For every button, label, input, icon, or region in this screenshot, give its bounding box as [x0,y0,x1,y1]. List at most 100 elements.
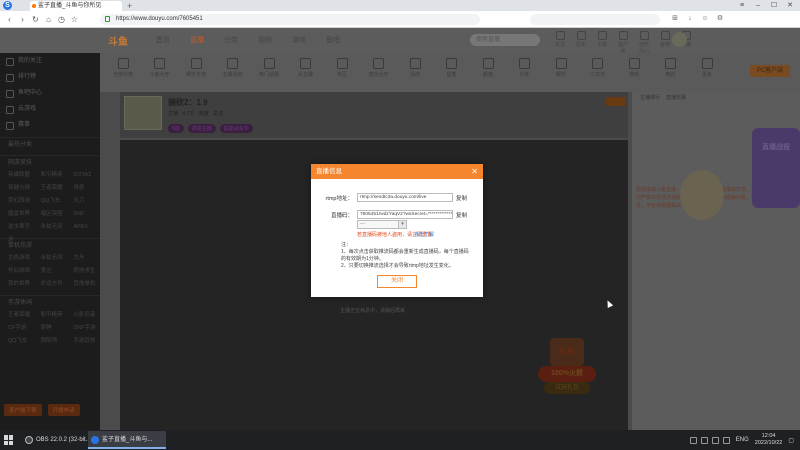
sidebar-category-link[interactable]: DOTA2 [73,169,100,182]
header-icon-item[interactable]: 客户端 [616,31,630,55]
category-item[interactable]: 星秀 [437,58,467,78]
header-icon-item[interactable]: 创作中心 [637,31,651,55]
sidebar-section-title[interactable]: 网游竞技 [0,155,100,169]
sidebar-category-link[interactable]: 方舟 [73,252,100,265]
url-input[interactable]: https://www.douyu.com/7605451 [100,14,480,25]
sidebar-category-link[interactable]: 其他单机 [73,278,100,291]
category-item[interactable]: 电台 [656,58,686,78]
category-item[interactable]: 颜值 [473,58,503,78]
sidebar-category-link[interactable]: 穿越火线 [8,182,35,195]
follow-button[interactable] [606,97,626,106]
sidebar-category-link[interactable]: 原神 [41,322,68,335]
sidebar-category-link[interactable]: 王者荣耀 [8,309,35,322]
sidebar-item[interactable]: 赛事 [0,117,100,133]
sidebar-category-link[interactable]: 逆水寒手游 [8,221,35,243]
user-icon[interactable]: ☺ [700,14,710,24]
category-item[interactable]: 专区 [327,58,357,78]
extension-icon[interactable]: ⊞ [670,14,680,24]
avatar[interactable] [672,32,687,47]
streamer-avatar[interactable] [124,96,162,130]
site-nav-item[interactable]: 分类 [218,35,244,45]
rtmp-field[interactable]: rtmp://sendtc3a.douyu.com/live [357,193,453,202]
clock[interactable]: 12:04 2022/10/22 [755,433,783,447]
code-field[interactable]: 7605451rwdzYaqV2?wsSecret=**************… [357,210,453,219]
battery-icon[interactable] [722,436,730,444]
sidebar-bottom-button[interactable]: 客户端下载 [4,404,42,416]
sidebar-section-title[interactable]: 手游休闲 [0,295,100,309]
sidebar-bottom-button[interactable]: 开播申请 [47,404,80,416]
maximize-icon[interactable]: ☐ [766,0,782,11]
header-icon-item[interactable]: 历史 [574,31,588,55]
category-item[interactable]: 全部分类 [108,58,138,78]
sidebar-category-link[interactable]: 绝地求生 [73,265,100,278]
menu-icon[interactable]: ≡ [734,0,750,11]
sidebar-item[interactable]: 鱼吧中心 [0,85,100,101]
sidebar-category-link[interactable]: 鬼泣 [41,265,68,278]
sidebar-category-link[interactable]: 我的世界 [8,278,35,291]
promo-banner[interactable]: 直播战报 [752,128,800,208]
settings-icon[interactable]: ⚙ [715,14,725,24]
category-item[interactable]: 活动 [400,58,430,78]
forward-icon[interactable]: › [17,14,28,25]
start-windows-icon[interactable] [4,435,14,445]
sidebar-category-link[interactable]: 阴阳师 [41,335,68,348]
category-item[interactable]: 大主播 [291,58,321,78]
room-tag[interactable]: 5级 [168,124,184,133]
browser-tab[interactable]: 鲨子直播_斗鱼与你所见 [30,1,122,11]
sidebar-category-link[interactable]: 传奇 [73,182,100,195]
browser-search-input[interactable] [530,14,660,25]
room-tag[interactable]: 高能主播 [187,124,216,133]
site-nav-item[interactable]: 首页 [150,35,176,45]
sidebar-category-link[interactable]: QQ飞车 [41,195,68,208]
line-select[interactable]: — ▾ [357,220,407,229]
star-icon[interactable]: ☆ [69,14,80,25]
sidebar-category-link[interactable]: 天刀 [73,195,100,208]
category-item[interactable]: 主播活动 [218,58,248,78]
site-logo[interactable]: 斗鱼 [108,33,144,48]
category-item[interactable]: 斗鱼大厅 [145,58,175,78]
site-nav-item[interactable]: 鱼吧 [320,35,346,45]
sidebar-item[interactable]: 排行榜 [0,69,100,85]
sidebar-category-link[interactable]: DNF [73,208,100,221]
sidebar-category-link[interactable]: 梦幻西游 [8,195,35,208]
volume-icon[interactable] [711,436,719,444]
sidebar-section-title[interactable]: 最热分类 [0,137,100,151]
close-icon[interactable]: ✕ [471,164,478,179]
site-nav-item[interactable]: 直播 [184,35,210,45]
browser-logo-icon[interactable]: S [3,1,12,10]
notification-icon[interactable]: ▢ [788,437,794,444]
category-item[interactable]: 娱乐天地 [181,58,211,78]
sidebar-category-link[interactable]: 手游其他 [73,335,100,348]
sidebar-category-link[interactable]: 和平精英 [41,309,68,322]
sidebar-category-link[interactable]: 魔兽世界 [8,208,35,221]
history-icon[interactable]: ◷ [56,14,67,25]
sidebar-item[interactable]: 我的关注 [0,53,100,69]
sidebar-category-link[interactable]: 火影忍者 [73,309,100,322]
header-icon-item[interactable]: 鱼吧 [658,31,672,55]
room-tag[interactable]: 超能战车手 [219,124,253,133]
sidebar-category-link[interactable]: 暗区突围 [41,208,68,221]
site-search-input[interactable]: 搜索直播 [470,34,540,46]
language-indicator[interactable]: ENG [736,437,749,443]
category-item[interactable]: 热门话题 [254,58,284,78]
sidebar-category-link[interactable]: 英雄联盟 [8,169,35,182]
sidebar-category-link[interactable]: APEX [73,221,100,234]
copy-rtmp-button[interactable]: 复制 [456,194,467,202]
copy-code-button[interactable]: 复制 [456,211,467,219]
sidebar-category-link[interactable]: 永劫无间 [41,221,68,234]
category-item[interactable]: 游戏 [619,58,649,78]
site-nav-item[interactable]: 游戏 [286,35,312,45]
taskbar-item-browser[interactable]: 鲨子直播_斗鱼与... [88,431,166,449]
category-item[interactable]: 二次元 [583,58,613,78]
pc-client-button[interactable]: PC客户端 [750,65,790,77]
sidebar-category-link[interactable]: 王者荣耀 [41,182,68,195]
sidebar-category-link[interactable]: 永劫无间 [41,252,68,265]
gift-promo[interactable]: 礼包 100%火箭 试玩礼包 [530,330,604,402]
category-item[interactable]: 娱乐 [546,58,576,78]
sidebar-category-link[interactable]: 怀旧游戏 [8,265,35,278]
header-icon-item[interactable]: 关注 [553,31,567,55]
sidebar-category-link[interactable]: CF手游 [8,322,35,335]
confirm-button[interactable]: 关闭 [377,275,417,288]
learn-more-link[interactable]: 点击了解 [414,231,434,238]
category-item[interactable]: 音乐大厅 [364,58,394,78]
